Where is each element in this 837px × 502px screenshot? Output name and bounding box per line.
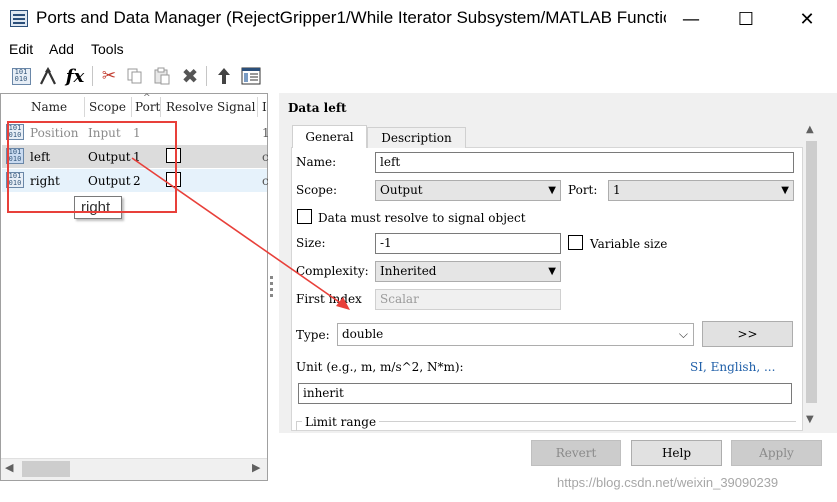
annotation-arrow [131, 157, 350, 310]
watermark: https://blog.csdn.net/weixin_39090239 [557, 475, 779, 490]
